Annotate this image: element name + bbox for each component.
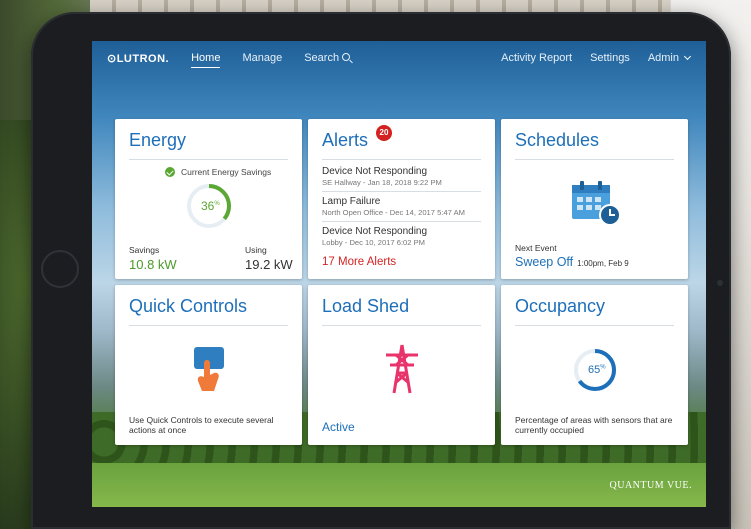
alert-details: Lobby - Dec 10, 2017 6:02 PM bbox=[322, 238, 426, 247]
alert-divider bbox=[322, 191, 481, 192]
alert-title: Lamp Failure bbox=[322, 196, 381, 207]
nav-manage[interactable]: Manage bbox=[242, 52, 282, 64]
alert-details: North Open Office - Dec 14, 2017 5:47 AM bbox=[322, 208, 465, 217]
more-alerts-link[interactable]: 17 More Alerts bbox=[322, 256, 396, 268]
quantum-vue-logo: QUANTUM VUE. bbox=[609, 480, 692, 491]
occupancy-description: Percentage of areas with sensors that ar… bbox=[515, 415, 673, 435]
schedules-card[interactable]: Schedules Next Event Sweep Off 1:00pm, Fe… bbox=[501, 119, 688, 279]
hand-press-button-icon bbox=[194, 347, 224, 391]
occupancy-title: Occupancy bbox=[515, 296, 606, 316]
card-divider bbox=[129, 325, 288, 326]
using-caption: Using bbox=[245, 245, 267, 255]
alert-item[interactable]: Lamp Failure North Open Office - Dec 14,… bbox=[322, 196, 485, 217]
nav-admin-label: Admin bbox=[647, 52, 679, 64]
tablet-home-button[interactable] bbox=[41, 250, 79, 288]
schedules-title: Schedules bbox=[515, 130, 600, 150]
savings-value: 10.8 kW bbox=[129, 257, 177, 272]
load-shed-card[interactable]: Load Shed Active bbox=[308, 285, 495, 445]
energy-percent-unit: % bbox=[214, 201, 220, 207]
next-event[interactable]: Sweep Off 1:00pm, Feb 9 bbox=[515, 255, 629, 269]
check-circle-icon bbox=[165, 167, 175, 177]
next-event-time: 1:00pm, Feb 9 bbox=[577, 259, 629, 268]
card-divider bbox=[515, 159, 674, 160]
tablet-camera bbox=[717, 280, 723, 286]
occupancy-card[interactable]: Occupancy 65% Percentage of areas with s… bbox=[501, 285, 688, 445]
quick-controls-description: Use Quick Controls to execute several ac… bbox=[129, 415, 274, 435]
card-divider bbox=[515, 325, 674, 326]
energy-percent-value: 36 bbox=[201, 199, 215, 213]
nav-activity-report[interactable]: Activity Report bbox=[501, 52, 572, 64]
nav-home[interactable]: Home bbox=[191, 52, 221, 68]
quick-controls-card[interactable]: Quick Controls Use Quick Controls to exe… bbox=[115, 285, 302, 445]
app-screen: ⊙LUTRON. Home Manage Search Activity Rep… bbox=[92, 41, 706, 507]
energy-percent: 36% bbox=[201, 199, 220, 213]
card-divider bbox=[322, 325, 481, 326]
nav-search-label: Search bbox=[304, 52, 340, 64]
alert-title: Device Not Responding bbox=[322, 226, 428, 237]
alert-item[interactable]: Device Not Responding SE Hallway - Jan 1… bbox=[322, 166, 485, 187]
alert-title: Device Not Responding bbox=[322, 166, 428, 177]
occupancy-percent-unit: % bbox=[600, 364, 606, 371]
search-icon bbox=[342, 53, 351, 61]
top-nav: ⊙LUTRON. Home Manage Search Activity Rep… bbox=[92, 41, 706, 75]
nav-search[interactable]: Search bbox=[304, 52, 351, 64]
nav-admin[interactable]: Admin bbox=[647, 52, 692, 64]
alerts-count-badge: 20 bbox=[376, 125, 392, 141]
energy-savings-label: Current Energy Savings bbox=[181, 167, 272, 177]
nav-settings[interactable]: Settings bbox=[590, 52, 630, 64]
alert-item[interactable]: Device Not Responding Lobby - Dec 10, 20… bbox=[322, 226, 485, 247]
using-value: 19.2 kW bbox=[245, 257, 293, 272]
card-divider bbox=[322, 159, 481, 160]
energy-savings-label-row: Current Energy Savings bbox=[165, 167, 271, 177]
power-tower-icon bbox=[386, 344, 418, 394]
energy-title: Energy bbox=[129, 130, 187, 150]
calendar-clock-icon bbox=[572, 181, 621, 226]
quick-controls-title: Quick Controls bbox=[129, 296, 248, 316]
alerts-card[interactable]: Alerts 20 Device Not Responding SE Hallw… bbox=[308, 119, 495, 279]
nav-right-group: Activity Report Settings Admin bbox=[483, 52, 692, 64]
chevron-down-icon bbox=[683, 52, 692, 61]
occupancy-percent: 65% bbox=[588, 364, 606, 376]
alerts-title: Alerts bbox=[322, 130, 369, 150]
card-divider bbox=[129, 159, 288, 160]
load-shed-title: Load Shed bbox=[322, 296, 410, 316]
occupancy-percent-value: 65 bbox=[588, 364, 601, 376]
alert-details: SE Hallway - Jan 18, 2018 9:22 PM bbox=[322, 178, 442, 187]
next-event-name: Sweep Off bbox=[515, 255, 574, 269]
alert-divider bbox=[322, 221, 481, 222]
lutron-logo[interactable]: ⊙LUTRON. bbox=[107, 52, 169, 65]
load-shed-status: Active bbox=[322, 420, 355, 434]
energy-card[interactable]: Energy Current Energy Savings 36% Saving… bbox=[115, 119, 302, 279]
next-event-label: Next Event bbox=[515, 243, 557, 253]
savings-caption: Savings bbox=[129, 245, 160, 255]
